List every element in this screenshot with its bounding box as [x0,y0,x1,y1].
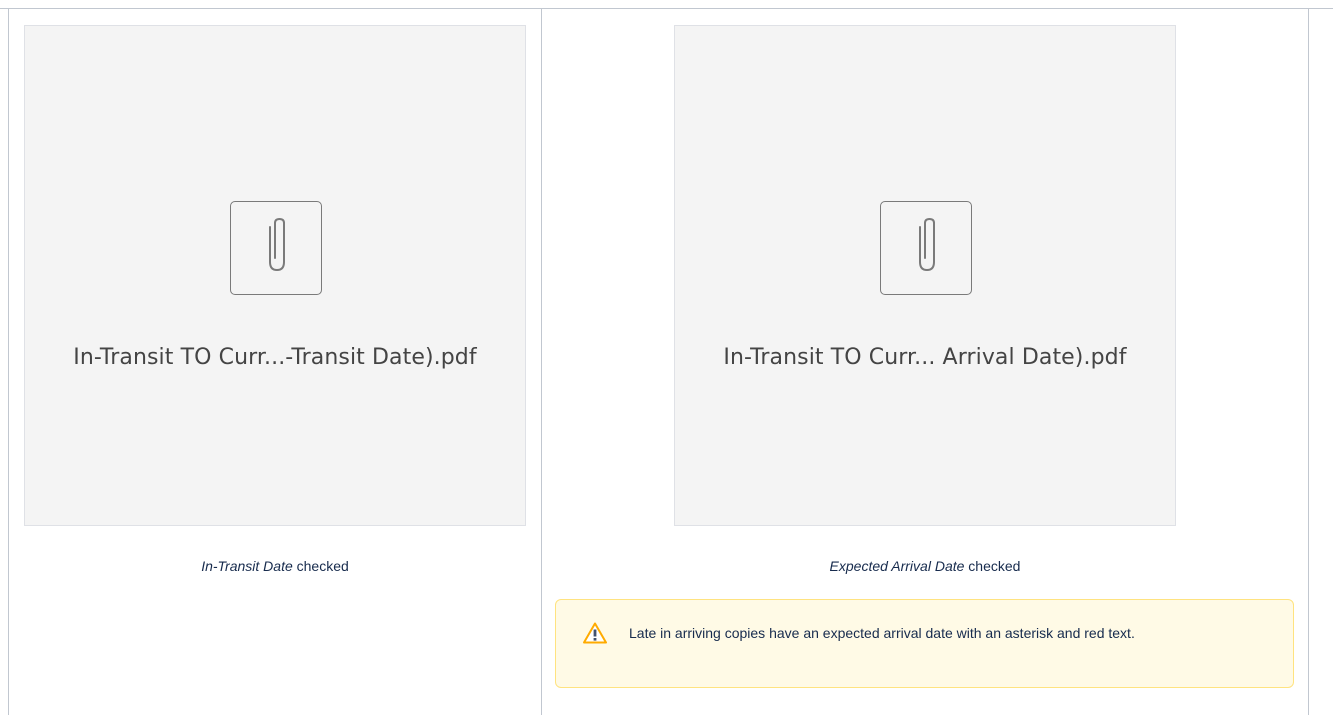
paperclip-icon [880,201,972,295]
warning-icon [583,622,607,649]
caption-text: checked [292,558,349,574]
table-column-divider [541,8,542,715]
caption-1: In-Transit Date checked [0,558,550,574]
caption-emphasis: In-Transit Date [201,558,293,574]
caption-2: Expected Arrival Date checked [674,558,1176,574]
caption-text: checked [964,558,1021,574]
attachment-filename: In-Transit TO Curr... Arrival Date).pdf [723,345,1127,370]
attachment-preview-2[interactable]: In-Transit TO Curr... Arrival Date).pdf [674,25,1176,526]
caption-emphasis: Expected Arrival Date [829,558,965,574]
table-top-border [0,8,1333,9]
content-table: In-Transit TO Curr...-Transit Date).pdf … [0,0,1333,715]
attachment-preview-1[interactable]: In-Transit TO Curr...-Transit Date).pdf [24,25,526,526]
warning-panel: Late in arriving copies have an expected… [555,599,1294,688]
table-border-right [1308,8,1309,715]
table-border-left [8,8,9,715]
attachment-filename: In-Transit TO Curr...-Transit Date).pdf [73,345,477,370]
warning-text: Late in arriving copies have an expected… [629,625,1135,641]
paperclip-icon [230,201,322,295]
